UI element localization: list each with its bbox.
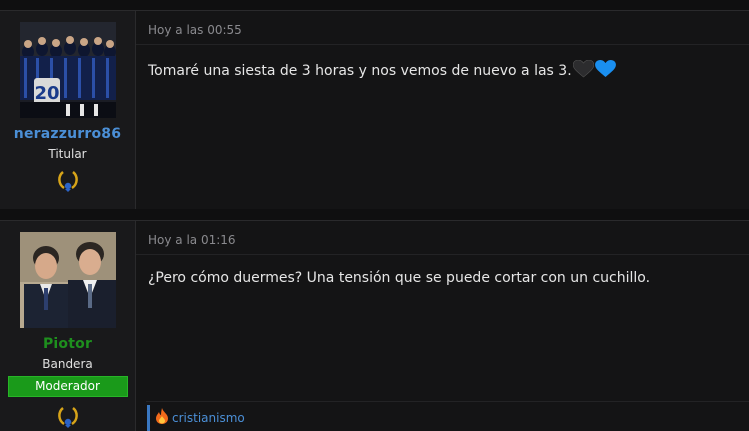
reactions-bar: cristianismo (146, 401, 749, 431)
user-info: 20 nerazzurro86 Titular (0, 11, 136, 209)
fire-icon (155, 408, 169, 428)
post-text: Tomaré una siesta de 3 horas y nos vemos… (148, 63, 572, 79)
post-content: Hoy a las 00:55 Tomaré una siesta de 3 h… (136, 11, 749, 209)
divider (136, 254, 749, 255)
user-info: Piotor Bandera Moderador (0, 221, 136, 431)
post-message: ¿Pero cómo duermes? Una tensión que se p… (148, 270, 650, 286)
username[interactable]: Piotor (43, 336, 92, 352)
user-title: Titular (48, 147, 87, 161)
user-title: Bandera (42, 357, 93, 371)
laurel-award-icon[interactable] (55, 403, 81, 429)
post-text: ¿Pero cómo duermes? Una tensión que se p… (148, 270, 651, 286)
thread: 20 nerazzurro86 Titular Hoy a las 00:55 … (0, 0, 749, 431)
post-content: Hoy a la 01:16 ¿Pero cómo duermes? Una t… (136, 221, 749, 431)
avatar[interactable]: 20 (19, 22, 116, 118)
moderator-badge: Moderador (7, 376, 128, 397)
reaction-list[interactable]: cristianismo (147, 405, 245, 431)
post-date[interactable]: Hoy a las 00:55 (148, 23, 242, 37)
avatar[interactable] (19, 232, 116, 328)
post: 20 nerazzurro86 Titular Hoy a las 00:55 … (0, 10, 749, 209)
avatar-banner-number: 20 (34, 83, 59, 104)
reaction-user-link[interactable]: cristianismo (172, 411, 245, 425)
post-message: Tomaré una siesta de 3 horas y nos vemos… (148, 59, 616, 82)
divider (136, 44, 749, 45)
username[interactable]: nerazzurro86 (14, 126, 121, 142)
post: Piotor Bandera Moderador Hoy a la 01:16 … (0, 220, 749, 431)
black-heart-icon (572, 59, 594, 82)
laurel-award-icon[interactable] (55, 167, 81, 193)
post-date[interactable]: Hoy a la 01:16 (148, 233, 236, 247)
blue-heart-icon (594, 60, 616, 82)
